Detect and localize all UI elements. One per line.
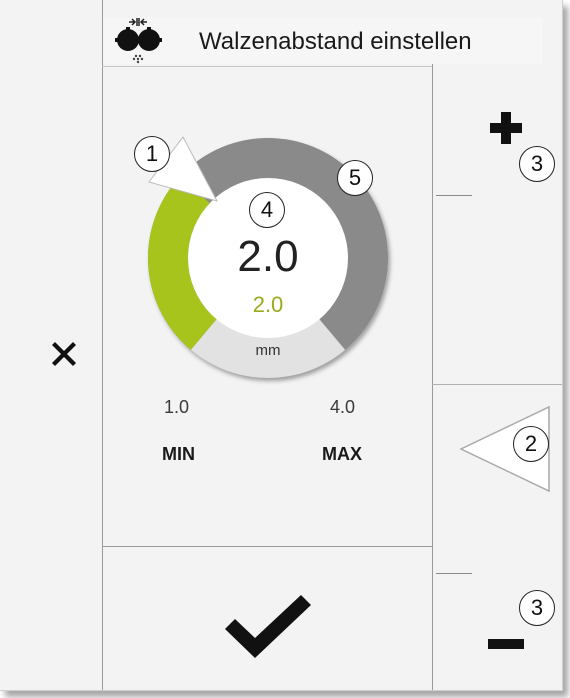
divider — [102, 66, 432, 67]
roller-gap-icon — [115, 18, 162, 64]
callout-1: 1 — [134, 136, 170, 172]
callout-5: 5 — [337, 160, 373, 196]
callout-3: 3 — [519, 146, 555, 182]
increase-button[interactable] — [433, 64, 562, 384]
checkmark-icon — [225, 595, 311, 658]
callout-4: 4 — [249, 192, 285, 228]
page-title: Walzenabstand einstellen — [199, 28, 472, 55]
min-value: 1.0 — [164, 397, 190, 417]
confirm-button[interactable] — [103, 547, 432, 690]
target-value: 2.0 — [253, 292, 284, 317]
pointer-select-button[interactable] — [433, 385, 562, 545]
current-value: 2.0 — [237, 232, 298, 281]
min-label: MIN — [162, 444, 195, 464]
callout-3: 3 — [519, 590, 555, 626]
dialog-window: Walzenabstand einstellen 2.0 2.0 mm 1.0 … — [0, 0, 563, 691]
minus-icon — [488, 639, 524, 649]
close-button[interactable] — [44, 334, 84, 374]
close-icon — [52, 342, 76, 366]
plus-icon — [490, 112, 522, 144]
max-value: 4.0 — [330, 397, 356, 417]
unit-label: mm — [256, 342, 281, 359]
callout-2: 2 — [513, 426, 549, 462]
header-bar: Walzenabstand einstellen — [103, 18, 543, 64]
max-label: MAX — [322, 444, 362, 464]
